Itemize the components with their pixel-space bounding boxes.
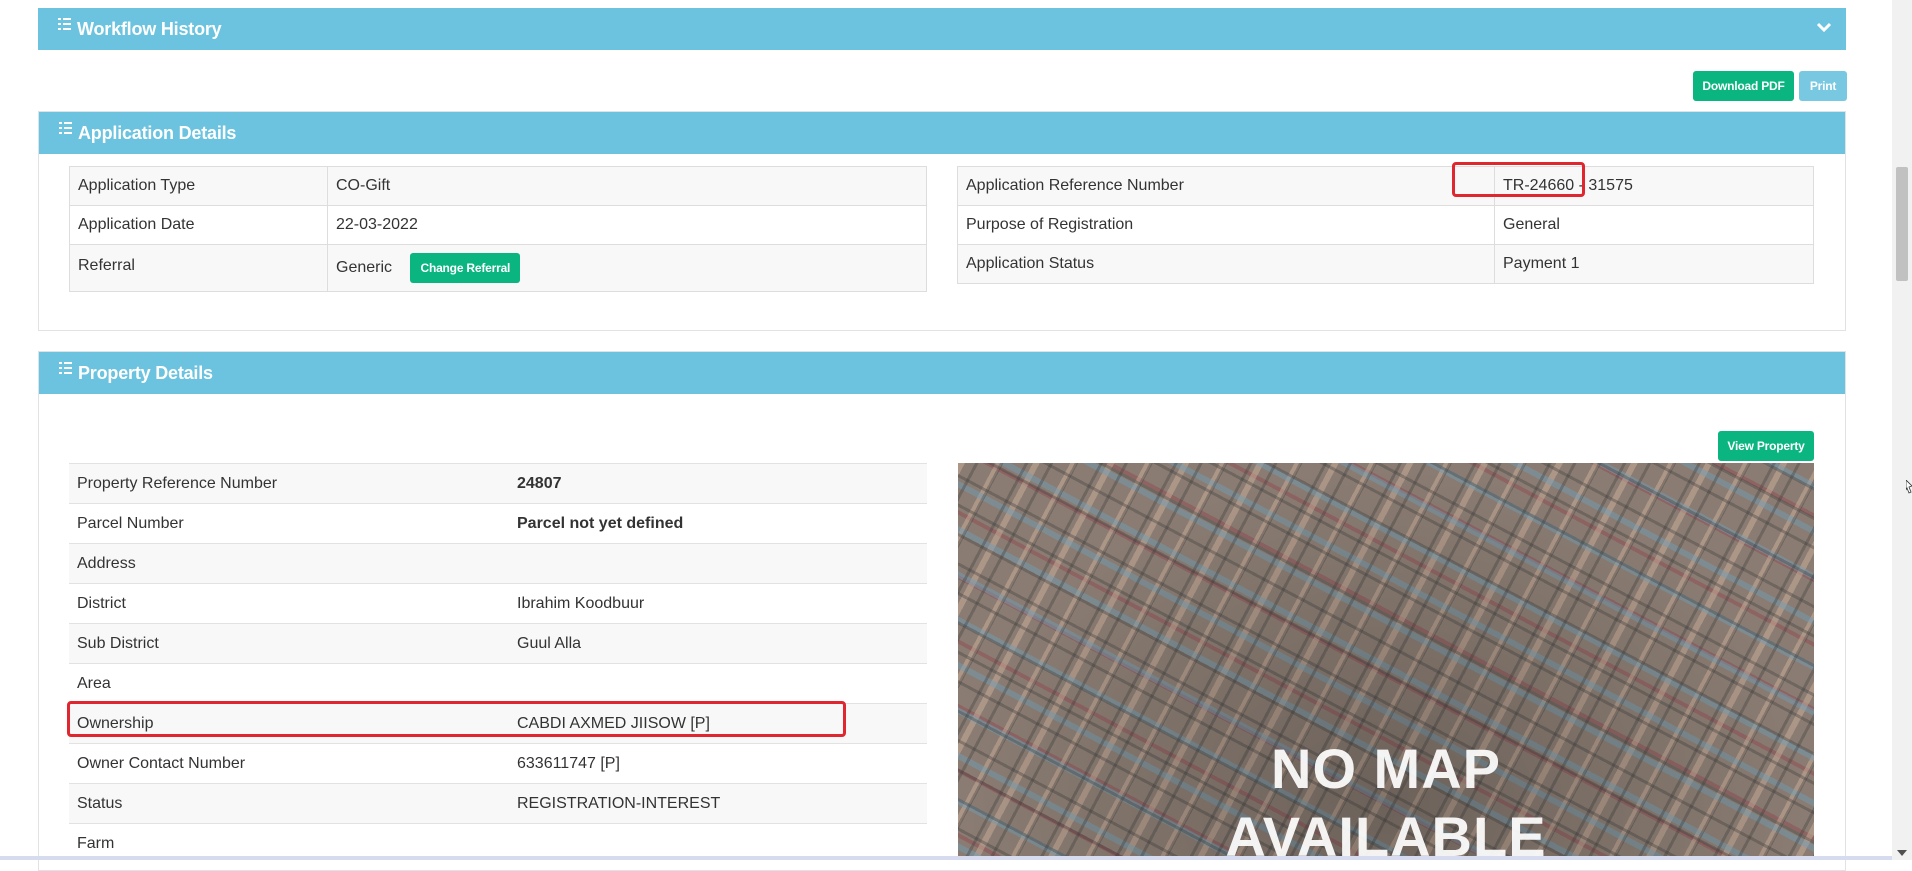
field-label: Application Reference Number [957, 166, 1495, 206]
map-unavailable-text-2: AVAILABLE [1225, 805, 1547, 860]
referral-cell: Generic Change Referral [327, 244, 927, 292]
field-value: Ibrahim Koodbuur [509, 583, 927, 624]
field-value: 22-03-2022 [327, 205, 927, 245]
field-label: Referral [69, 244, 328, 292]
field-value: General [1494, 205, 1814, 245]
table-row: Property Reference Number 24807 [69, 463, 927, 504]
field-label: Owner Contact Number [69, 743, 509, 784]
property-table: Property Reference Number 24807 Parcel Nu… [69, 463, 927, 864]
application-right-table: Application Reference Number TR-24660 - … [957, 166, 1814, 284]
field-value: REGISTRATION-INTEREST [509, 783, 927, 824]
table-row: Area [69, 663, 927, 704]
map-placeholder-image: NO MAP AVAILABLE [958, 463, 1814, 860]
property-details-header[interactable]: Property Details [39, 352, 1845, 394]
field-label: Application Date [69, 205, 328, 245]
field-value: 24807 [509, 463, 927, 504]
field-label: Status [69, 783, 509, 824]
property-details-title: Property Details [78, 362, 213, 383]
scroll-down-arrow-icon[interactable] [1897, 850, 1907, 856]
scrollbar-thumb[interactable] [1896, 167, 1908, 281]
table-row: Purpose of Registration General [957, 205, 1814, 245]
highlight-box [67, 701, 846, 737]
table-row: District Ibrahim Koodbuur [69, 583, 927, 624]
field-value: 633611747 [P] [509, 743, 927, 784]
table-row: Application Status Payment 1 [957, 244, 1814, 284]
table-row: Owner Contact Number 633611747 [P] [69, 743, 927, 784]
change-referral-button[interactable]: Change Referral [410, 253, 521, 283]
field-label: Address [69, 543, 509, 584]
field-value: Payment 1 [1494, 244, 1814, 284]
application-details-title: Application Details [78, 122, 237, 143]
highlight-box [1452, 162, 1585, 197]
vertical-scrollbar[interactable] [1892, 0, 1912, 860]
chevron-down-icon[interactable] [1816, 20, 1832, 34]
table-row: Address [69, 543, 927, 584]
table-row: Application Reference Number TR-24660 - … [957, 166, 1814, 206]
table-row: Parcel Number Parcel not yet defined [69, 503, 927, 544]
workflow-history-panel[interactable]: Workflow History [38, 8, 1846, 51]
field-label: Parcel Number [69, 503, 509, 544]
application-details-header[interactable]: Application Details [39, 112, 1845, 154]
table-row: Referral Generic Change Referral [69, 244, 927, 292]
mouse-cursor-icon [1906, 480, 1912, 494]
field-label: Area [69, 663, 509, 704]
page: Workflow History Download PDF Print Appl… [0, 0, 1892, 871]
list-icon [59, 362, 72, 374]
view-property-button[interactable]: View Property [1718, 431, 1814, 461]
field-value: Generic [336, 259, 393, 276]
list-icon [59, 122, 72, 134]
table-row: Status REGISTRATION-INTEREST [69, 783, 927, 824]
list-icon [58, 18, 71, 30]
table-row: Application Date 22-03-2022 [69, 205, 927, 245]
table-row: Sub District Guul Alla [69, 623, 927, 664]
field-label: Application Status [957, 244, 1495, 284]
application-left-table: Application Type CO-Gift Application Dat… [69, 166, 927, 292]
field-label: Application Type [69, 166, 328, 206]
table-row: Application Type CO-Gift [69, 166, 927, 206]
field-label: Property Reference Number [69, 463, 509, 504]
workflow-history-title: Workflow History [77, 18, 222, 39]
field-label: Sub District [69, 623, 509, 664]
field-value [509, 543, 927, 584]
download-pdf-button[interactable]: Download PDF [1693, 71, 1794, 101]
field-label: District [69, 583, 509, 624]
field-value: CO-Gift [327, 166, 927, 206]
print-button[interactable]: Print [1799, 71, 1847, 101]
field-value: Guul Alla [509, 623, 927, 664]
bottom-edge [0, 856, 1892, 860]
field-value [509, 663, 927, 704]
field-value: Parcel not yet defined [509, 503, 927, 544]
workflow-history-header[interactable]: Workflow History [38, 8, 1846, 50]
map-unavailable-text: NO MAP [1271, 737, 1501, 800]
field-label: Purpose of Registration [957, 205, 1495, 245]
